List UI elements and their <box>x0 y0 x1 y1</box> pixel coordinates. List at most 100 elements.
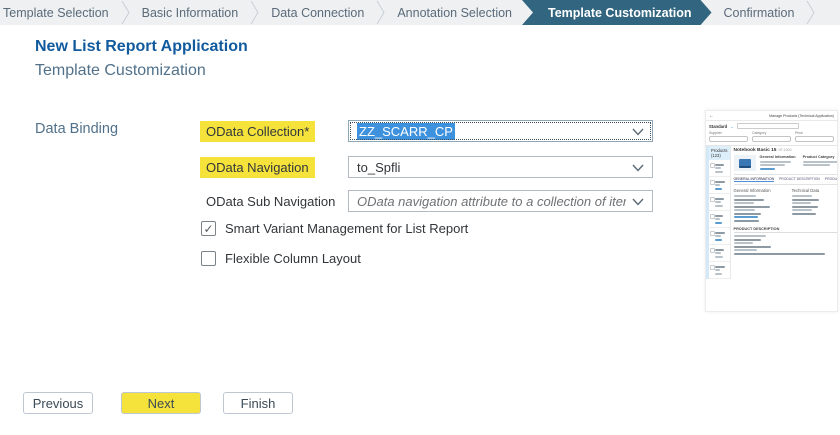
text-line <box>791 202 811 204</box>
form-row-odata-collection: OData Collection* ZZ_SCARR_CP <box>200 120 653 142</box>
odata-navigation-label: OData Navigation <box>200 156 348 178</box>
laptop-icon <box>738 158 751 168</box>
odata-collection-combobox[interactable]: ZZ_SCARR_CP <box>348 120 653 142</box>
text-line <box>733 219 759 222</box>
preview-filter-label: Price <box>795 131 803 135</box>
checkbox-row-flexible-column: Flexible Column Layout <box>201 251 361 266</box>
text-line <box>715 218 720 220</box>
text-line <box>715 187 722 190</box>
text-line <box>715 248 724 251</box>
page-title: New List Report Application <box>35 38 248 55</box>
text-line <box>715 269 721 271</box>
preview-detail-title: Notebook Basic 15 HT-1000 <box>733 148 837 153</box>
text-line <box>759 160 791 163</box>
step-data-connection[interactable]: Data Connection <box>259 0 376 25</box>
preview-tab: GENERAL INFORMATION <box>733 177 775 182</box>
step-basic-information[interactable]: Basic Information <box>130 0 251 25</box>
chevron-down-icon[interactable] <box>632 124 644 139</box>
text-line <box>802 164 830 166</box>
form-row-odata-navigation: OData Navigation to_Spfli <box>200 156 653 178</box>
preview-filter-fields: Supplier Category Price <box>709 131 834 142</box>
preview-general-section: General Information <box>733 188 784 223</box>
flexible-column-checkbox[interactable] <box>201 251 216 266</box>
text-line <box>715 201 721 203</box>
text-line <box>715 197 725 200</box>
text-line <box>715 204 723 207</box>
text-line <box>715 252 721 254</box>
step-separator-icon <box>806 0 815 25</box>
text-line <box>759 167 776 170</box>
detail-title-text: Notebook Basic 15 <box>733 148 777 153</box>
preview-category-column: Product Category <box>802 155 837 171</box>
back-arrow-icon: ← <box>709 112 714 119</box>
odata-navigation-label-text: OData Navigation <box>200 156 315 178</box>
text-line <box>733 209 755 211</box>
text-line <box>733 202 754 204</box>
list-item <box>709 177 730 194</box>
odata-navigation-combobox[interactable]: to_Spfli <box>348 156 653 178</box>
form-row-odata-sub-navigation: OData Sub Navigation OData navigation at… <box>200 190 653 212</box>
preview-filter-input <box>752 136 791 142</box>
preview-product-list: Products (123) <box>706 146 731 279</box>
list-item <box>709 211 730 228</box>
text-line <box>791 198 820 201</box>
text-line <box>715 214 723 217</box>
finish-button[interactable]: Finish <box>223 392 293 414</box>
text-line <box>759 164 785 166</box>
step-separator-icon <box>250 0 259 25</box>
general-section-header: General Information <box>733 188 771 193</box>
odata-collection-label: OData Collection* <box>200 120 348 142</box>
text-line <box>715 170 723 173</box>
list-item <box>709 262 730 279</box>
detail-subtitle-text: HT-1000 <box>778 148 792 152</box>
odata-collection-label-text: OData Collection* <box>200 120 316 142</box>
preview-variant-label: Standard <box>709 123 728 129</box>
odata-sub-navigation-label: OData Sub Navigation <box>200 191 348 212</box>
next-button[interactable]: Next <box>121 392 201 414</box>
text-line <box>802 160 837 163</box>
text-line <box>715 235 721 237</box>
smart-variant-checkbox-label: Smart Variant Management for List Report <box>225 221 469 236</box>
text-line <box>733 205 770 208</box>
text-line <box>715 184 721 186</box>
text-line <box>715 167 721 169</box>
text-line <box>715 180 725 183</box>
text-line <box>715 255 723 258</box>
list-item <box>709 160 730 177</box>
step-template-customization-active[interactable]: Template Customization <box>522 0 712 25</box>
step-label: Data Connection <box>271 5 365 20</box>
smart-variant-checkbox[interactable]: ✓ <box>201 221 216 236</box>
text-line <box>733 212 762 215</box>
wizard-step-bar: Template Selection Basic Information Dat… <box>0 0 840 25</box>
text-line <box>715 163 725 166</box>
text-line <box>733 252 826 255</box>
previous-button[interactable]: Previous <box>23 392 93 414</box>
step-confirmation[interactable]: Confirmation <box>712 0 807 25</box>
preview-search-input <box>736 123 799 129</box>
text-line <box>715 231 726 234</box>
text-line <box>791 195 812 197</box>
chevron-down-icon[interactable] <box>632 194 644 209</box>
preview-description-lines <box>733 235 837 255</box>
preview-tab-bar: GENERAL INFORMATION PRODUCT DESCRIPTION … <box>733 174 838 185</box>
page-subtitle: Template Customization <box>35 62 206 79</box>
info-column-header: General Information <box>759 155 796 159</box>
odata-sub-navigation-label-text: OData Sub Navigation <box>206 193 336 209</box>
chevron-down-icon[interactable] <box>632 160 644 175</box>
preview-detail-pane: Notebook Basic 15 HT-1000 General Informa… <box>731 146 838 279</box>
text-line <box>733 195 757 197</box>
text-line <box>733 238 761 241</box>
preview-main-area: Products (123) Notebook Basic 15 HT-1000 … <box>706 146 837 279</box>
step-annotation-selection[interactable]: Annotation Selection <box>385 0 524 25</box>
product-image <box>733 155 756 171</box>
odata-sub-navigation-combobox[interactable]: OData navigation attribute to a collecti… <box>348 190 653 212</box>
preview-tab: PRODUCT DESCRIPTION <box>779 177 820 181</box>
preview-tab: PRODUCT <box>824 177 838 181</box>
list-item <box>709 228 730 245</box>
preview-filter-input <box>795 136 834 142</box>
step-template-selection[interactable]: Template Selection <box>0 0 121 25</box>
preview-app-title: Manage Products (Technical Application) <box>769 113 834 118</box>
preview-detail-header-row: General Information Product Category <box>733 155 837 171</box>
text-line <box>791 205 818 208</box>
preview-filter-label: Supplier <box>709 131 722 135</box>
